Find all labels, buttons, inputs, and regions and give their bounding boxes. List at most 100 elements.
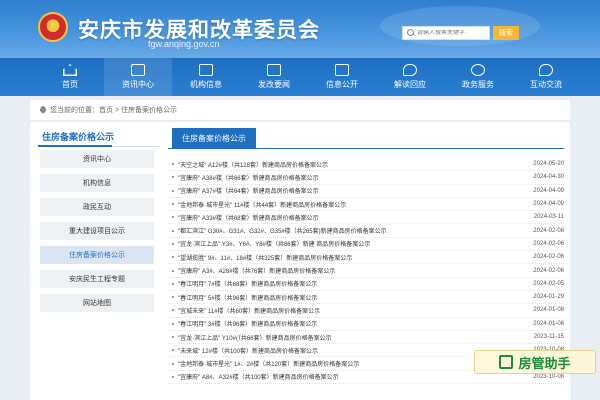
- bullet-icon: [172, 282, 174, 285]
- list-item[interactable]: "宜城未来" 11#楼（共60套）新建商品房价格备案公示 2024-01-08: [168, 304, 564, 318]
- list-item-left: "宜康府" A38#楼（共66套）新建商品房价格备案公示: [172, 173, 527, 182]
- search-box[interactable]: [402, 26, 490, 40]
- list-item-title[interactable]: "春江明月" 7#楼（共68套）新建商品房价格备案公示: [178, 279, 527, 288]
- bullet-icon: [172, 203, 174, 206]
- list-item-left: "天空之城" A12#楼（共128套）新建商品房价格备案公示: [172, 160, 527, 169]
- list-item-title[interactable]: "宜康府" A38#楼（共66套）新建商品房价格备案公示: [178, 173, 527, 182]
- bullet-icon: [172, 322, 174, 325]
- list-item-title[interactable]: "宜康府" A37#楼（共64套）新建商品房价格备案公示: [178, 186, 527, 195]
- sidebar-menu: 资讯中心 机构信息 政民互动 重大建设项目公示 住房备案价格公示 安庆民生工程专…: [40, 150, 154, 318]
- sidebar-item-livelihood[interactable]: 安庆民生工程专题: [40, 270, 154, 288]
- sidebar-item-sitemap[interactable]: 网站地图: [40, 294, 154, 312]
- nav-label: 首页: [62, 80, 78, 89]
- nav-item-institution[interactable]: 机构信息: [172, 58, 240, 96]
- bullet-icon: [172, 242, 174, 245]
- bullet-icon: [172, 336, 174, 338]
- watermark-text: 房管助手: [518, 356, 571, 372]
- nav-label: 政务服务: [462, 80, 494, 89]
- list-item[interactable]: "都汇滨江" G30#、G31#、G32#、G35#楼（共265套)新建商品房价…: [168, 224, 564, 238]
- reply-icon: [403, 64, 417, 76]
- divider: [168, 148, 564, 149]
- watermark-badge: 房管助手: [474, 350, 596, 374]
- bullet-icon: [172, 349, 174, 352]
- document-icon: [335, 64, 349, 76]
- sidebar-item-major-projects[interactable]: 重大建设项目公示: [40, 222, 154, 240]
- nav-item-disclosure[interactable]: 信息公开: [308, 58, 376, 96]
- bullet-icon: [172, 256, 174, 259]
- list-item[interactable]: "宜康府" A33#楼（共68套）新建商品房价格备案公示 2024-03-11: [168, 211, 564, 225]
- list-item-title[interactable]: "宜康府" A33#楼（共68套）新建商品房价格备案公示: [178, 213, 528, 222]
- list-item-title[interactable]: "望湖揽胜" 9#、11#、18#楼（共325套）新建商品房价格备案公示: [178, 253, 527, 262]
- list-item-title[interactable]: "宜龙·滨江上品" Y10#(（共66套）新建商品房价格备案公示: [178, 333, 528, 342]
- bullet-icon: [172, 309, 174, 312]
- list-item-left: "金地邦泰·城市星光" 11#楼（共44套）新建商品房价格备案公示: [172, 200, 527, 209]
- list-item[interactable]: "春江明月" 5#楼（共96套）新建商品房价格备案公示 2024-01-29: [168, 291, 564, 305]
- location-pin-icon: [40, 106, 46, 114]
- list-item-left: "宜城未来" 11#楼（共60套）新建商品房价格备案公示: [172, 306, 527, 315]
- list-item-title[interactable]: "宜龙·滨江上品" Y3#、Y6#、Y8#楼（共66套）新建 商品房价格备案公示: [178, 239, 527, 248]
- nav-label: 发改要闻: [258, 80, 290, 89]
- nav-item-news[interactable]: 发改要闻: [240, 58, 308, 96]
- list-item-date: 2024-03-11: [533, 214, 564, 221]
- list-item-date: 2024-01-08: [533, 320, 564, 327]
- list-item[interactable]: "宜康府" A38#楼（共66套）新建商品房价格备案公示 2024-04-30: [168, 171, 564, 185]
- sidebar-item-news-center[interactable]: 资讯中心: [40, 150, 154, 168]
- list-item-left: "宜康府" A37#楼（共64套）新建商品房价格备案公示: [172, 186, 527, 195]
- nav-item-services[interactable]: 政务服务: [444, 58, 512, 96]
- newspaper-icon: [131, 64, 145, 76]
- nav-item-response[interactable]: 解读回应: [376, 58, 444, 96]
- list-item[interactable]: "宜龙·滨江上品" Y10#(（共66套）新建商品房价格备案公示 2023-11-…: [168, 331, 564, 345]
- sidebar: 住房备案价格公示 资讯中心 机构信息 政民互动 重大建设项目公示 住房备案价格公…: [38, 122, 160, 400]
- list-item-title[interactable]: "都汇滨江" G30#、G31#、G32#、G35#楼（共265套)新建商品房价…: [178, 226, 527, 235]
- nav-label: 互动交流: [530, 80, 562, 89]
- nav-item-interaction[interactable]: 互动交流: [512, 58, 580, 96]
- list-item-left: "宜康府" A8#、A32#楼（共100套）新建商品房价格备案公示: [172, 372, 527, 381]
- search-button[interactable]: 搜索: [493, 26, 519, 40]
- list-item[interactable]: "春江明月" 3#楼（共96套）新建商品房价格备案公示 2024-01-08: [168, 318, 564, 331]
- search-input[interactable]: [417, 30, 489, 36]
- breadcrumb-path[interactable]: 首页 > 住房备案价格公示: [99, 105, 177, 115]
- list-item[interactable]: "春江明月" 7#楼（共68套）新建商品房价格备案公示 2024-02-05: [168, 278, 564, 291]
- list-item-date: 2024-02-05: [533, 280, 564, 287]
- list-item-title[interactable]: "春江明月" 5#楼（共96套）新建商品房价格备案公示: [178, 293, 527, 302]
- bullet-icon: [172, 375, 174, 378]
- national-emblem-icon: [38, 12, 68, 42]
- nav-label: 解读回应: [394, 80, 426, 89]
- content-tab[interactable]: 住房备案价格公示: [172, 128, 256, 148]
- list-item-title[interactable]: "宜城未来" 11#楼（共60套）新建商品房价格备案公示: [178, 306, 527, 315]
- sidebar-item-housing-price[interactable]: 住房备案价格公示: [40, 246, 154, 264]
- list-item[interactable]: "金地邦泰·城市星光" 11#楼（共44套）新建商品房价格备案公示 2024-04…: [168, 198, 564, 212]
- list-item-title[interactable]: "宜康府" A3#、A28#楼（共76套）新建商品房价格备案公示: [178, 266, 527, 275]
- sidebar-item-institution[interactable]: 机构信息: [40, 174, 154, 192]
- list-item-title[interactable]: "天空之城" A12#楼（共128套）新建商品房价格备案公示: [178, 160, 527, 169]
- list-item-date: 2023-11-15: [533, 334, 564, 340]
- sidebar-item-interaction[interactable]: 政民互动: [40, 198, 154, 216]
- list-item-date: 2024-04-09: [533, 201, 564, 208]
- list-item-left: "宜康府" A33#楼（共68套）新建商品房价格备案公示: [172, 213, 528, 222]
- list-item-date: 2024-05-20: [533, 161, 564, 168]
- nav-label: 资讯中心: [122, 80, 154, 89]
- list-item[interactable]: "天空之城" A12#楼（共128套）新建商品房价格备案公示 2024-05-20: [168, 158, 564, 172]
- nav-item-news-center[interactable]: 资讯中心: [104, 58, 172, 96]
- list-item-left: "宜康府" A3#、A28#楼（共76套）新建商品房价格备案公示: [172, 266, 527, 275]
- nav-item-home[interactable]: 首页: [36, 58, 104, 96]
- list-item-left: "望湖揽胜" 9#、11#、18#楼（共325套）新建商品房价格备案公示: [172, 253, 527, 262]
- bullet-icon: [172, 296, 174, 299]
- divider: [38, 145, 160, 147]
- list-item-date: 2024-01-29: [533, 294, 564, 301]
- list-item[interactable]: "望湖揽胜" 9#、11#、18#楼（共325套）新建商品房价格备案公示 2024…: [168, 251, 564, 265]
- main-nav: 首页 资讯中心 机构信息 发改要闻 信息公开 解读回应 政务服务 互动交流: [0, 58, 600, 96]
- list-item-title[interactable]: "春江明月" 3#楼（共96套）新建商品房价格备案公示: [178, 319, 527, 328]
- bullet-icon: [172, 189, 174, 192]
- list-item-title[interactable]: "金地邦泰·城市星光" 11#楼（共44套）新建商品房价格备案公示: [178, 200, 527, 209]
- list-item-date: 2024-02-06: [533, 254, 564, 261]
- bullet-icon: [172, 269, 174, 272]
- list-item-left: "春江明月" 3#楼（共96套）新建商品房价格备案公示: [172, 319, 527, 328]
- list-item-left: "宜龙·滨江上品" Y10#(（共66套）新建商品房价格备案公示: [172, 333, 528, 342]
- list-item[interactable]: "宜康府" A3#、A28#楼（共76套）新建商品房价格备案公示 2024-02-…: [168, 264, 564, 278]
- list-item[interactable]: "宜康府" A37#楼（共64套）新建商品房价格备案公示 2024-04-09: [168, 185, 564, 198]
- list-item-date: 2024-04-30: [533, 174, 564, 181]
- list-item-date: 2024-04-09: [533, 187, 564, 194]
- list-item-left: "都汇滨江" G30#、G31#、G32#、G35#楼（共265套)新建商品房价…: [172, 226, 527, 235]
- list-item[interactable]: "宜龙·滨江上品" Y3#、Y6#、Y8#楼（共66套）新建 商品房价格备案公示…: [168, 238, 564, 252]
